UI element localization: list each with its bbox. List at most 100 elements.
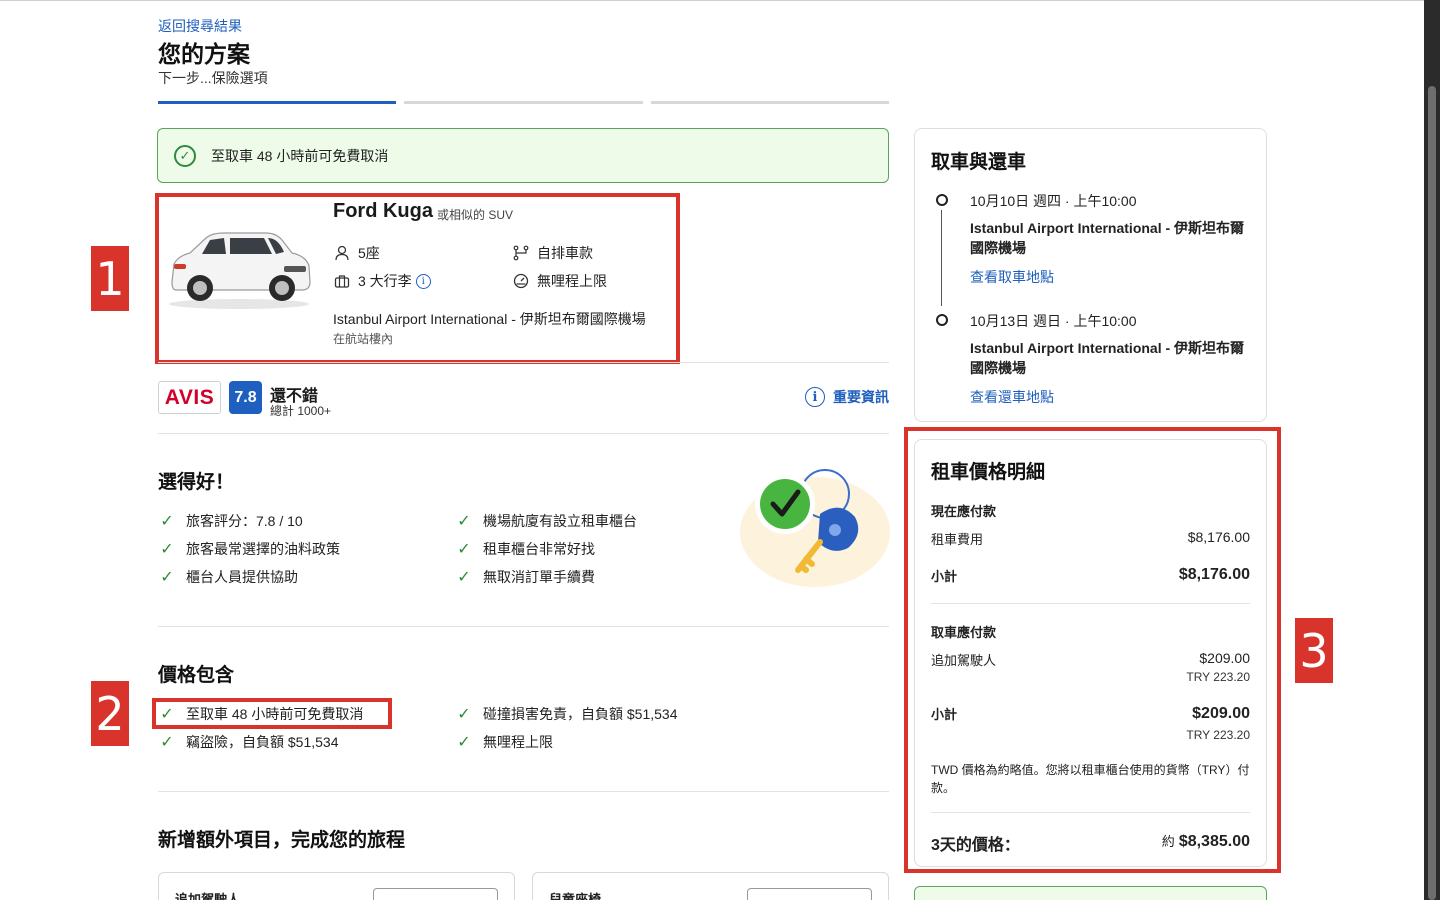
avis-logo: AVIS	[158, 381, 221, 414]
next-card-peek	[914, 886, 1267, 900]
return-date: 10月13日 週日 · 上午10:00	[970, 313, 1137, 329]
pickup-return-title: 取車與還車	[931, 152, 1027, 173]
divider	[158, 362, 889, 363]
divider	[931, 812, 1250, 813]
check-icon: ✓	[457, 513, 471, 530]
progress-step-1	[158, 101, 396, 104]
includes-item: ✓ 無哩程上限	[455, 732, 553, 752]
rating-score-badge: 7.8	[229, 381, 262, 414]
car-name: Ford Kuga	[333, 200, 433, 222]
extra-driver-label: 追加駕駛人	[931, 653, 997, 668]
addon-extra-driver-title: 追加駕駛人	[175, 892, 241, 900]
divider	[931, 603, 1250, 604]
check-icon: ✓	[160, 513, 174, 530]
return-place: Istanbul Airport International - 伊斯坦布爾國際…	[970, 340, 1245, 376]
check-icon: ✓	[160, 541, 174, 558]
includes-item: ✓ 竊盜險，自負額 $51,534	[158, 732, 338, 752]
addon-child-seat-title: 兒童座椅	[549, 892, 602, 900]
car-keys-illustration	[740, 469, 890, 587]
progress-step-3	[651, 101, 889, 104]
annotation-label-2: 2	[91, 681, 129, 746]
good-choice-title: 選得好！	[158, 472, 235, 493]
subtotal-now-value: $8,176.00	[1178, 566, 1250, 583]
good-choice-item: ✓ 旅客最常選擇的油料政策	[158, 539, 340, 559]
total-label: 3天的價格：	[931, 837, 1020, 854]
good-choice-item: ✓ 旅客評分：7.8 / 10	[158, 511, 302, 531]
info-icon: i	[805, 387, 825, 407]
speedometer-icon	[512, 272, 530, 290]
price-includes-title: 價格包含	[158, 665, 235, 686]
includes-item: ✓ 碰撞損害免責，自負額 $51,534	[455, 704, 677, 724]
check-icon: ✓	[160, 706, 174, 723]
transmission-text: 自排車款	[537, 245, 593, 261]
check-icon: ✓	[160, 569, 174, 586]
seats-text: 5座	[358, 245, 380, 261]
page-scrollbar[interactable]	[1424, 0, 1440, 900]
addon-extra-driver-control[interactable]	[373, 888, 498, 900]
price-breakdown-title: 租車價格明細	[931, 462, 1046, 483]
page-title: 您的方案	[158, 41, 250, 67]
return-timeline-dot	[936, 314, 948, 326]
luggage-text: 3 大行李	[358, 273, 412, 289]
mileage-feature: 無哩程上限	[512, 271, 607, 291]
free-cancellation-text: 至取車 48 小時前可免費取消	[211, 147, 389, 164]
pickup-timeline-dot	[936, 194, 948, 206]
rental-fee-label: 租車費用	[931, 532, 984, 547]
annotation-label-3: 3	[1295, 618, 1333, 683]
addon-child-seat-control[interactable]	[747, 888, 872, 900]
free-cancellation-banner: ✓ 至取車 48 小時前可免費取消	[157, 128, 889, 183]
total-approx-label: 約	[1161, 834, 1175, 849]
divider	[158, 433, 889, 434]
pickup-place: Istanbul Airport International - 伊斯坦布爾國際…	[970, 220, 1245, 256]
pay-at-pickup-heading: 取車應付款	[931, 625, 997, 640]
mileage-text: 無哩程上限	[537, 273, 607, 289]
important-info-label: 重要資訊	[833, 389, 889, 405]
good-choice-item: ✓ 櫃台人員提供協助	[158, 567, 298, 587]
total-amount: $8,385.00	[1178, 833, 1250, 850]
extra-driver-try: TRY 223.20	[1186, 670, 1250, 684]
luggage-feature: 3 大行李 i	[333, 271, 431, 291]
pay-now-heading: 現在應付款	[931, 504, 997, 519]
subtotal-pickup-value: $209.00	[1192, 705, 1250, 722]
location-terminal-note: 在航站樓內	[333, 332, 394, 346]
good-choice-item: ✓ 租車櫃台非常好找	[455, 539, 595, 559]
important-info-link[interactable]: i 重要資訊	[805, 387, 889, 407]
timeline-line	[941, 210, 942, 306]
pickup-date: 10月10日 週四 · 上午10:00	[970, 193, 1137, 209]
check-icon: ✓	[457, 569, 471, 586]
good-choice-item: ✓ 機場航廈有設立租車櫃台	[455, 511, 637, 531]
divider	[158, 791, 889, 792]
view-pickup-location-link[interactable]: 查看取車地點	[970, 267, 1054, 287]
suitcase-icon	[333, 272, 351, 290]
review-count: 總計 1000+	[270, 404, 332, 418]
window-top-border	[0, 0, 1424, 1]
rental-fee-value: $8,176.00	[1187, 529, 1250, 545]
currency-note: TWD 價格為約略值。您將以租車櫃台使用的貨幣（TRY）付款。	[931, 763, 1250, 795]
check-icon: ✓	[160, 734, 174, 751]
annotation-label-1: 1	[91, 246, 129, 311]
back-to-results-link[interactable]: 返回搜尋結果	[158, 16, 242, 36]
person-icon	[333, 244, 351, 262]
view-return-location-link[interactable]: 查看還車地點	[970, 387, 1054, 407]
seats-feature: 5座	[333, 243, 380, 263]
includes-item: ✓ 至取車 48 小時前可免費取消	[158, 704, 363, 724]
check-icon: ✓	[457, 541, 471, 558]
good-choice-item: ✓ 無取消訂單手續費	[455, 567, 595, 587]
scrollbar-thumb[interactable]	[1428, 86, 1436, 900]
progress-step-2	[404, 101, 643, 104]
gear-shift-icon	[512, 244, 530, 262]
check-icon: ✓	[457, 706, 471, 723]
luggage-info-icon[interactable]: i	[415, 273, 431, 289]
subtotal-pickup-label: 小計	[931, 707, 958, 722]
total-value: 約 $8,385.00	[1162, 831, 1250, 851]
pickup-location-text: Istanbul Airport International - 伊斯坦布爾國際…	[333, 311, 646, 327]
subtotal-pickup-try: TRY 223.20	[1186, 728, 1250, 742]
extra-driver-value: $209.00	[1199, 650, 1250, 666]
extras-title: 新增額外項目，完成您的旅程	[158, 830, 406, 851]
car-image	[169, 232, 311, 309]
check-circle-icon: ✓	[174, 144, 196, 167]
divider	[158, 626, 889, 627]
subtotal-now-label: 小計	[931, 569, 958, 584]
car-similar-label: 或相似的 SUV	[437, 208, 514, 222]
next-step-label: 下一步...保險選項	[158, 70, 268, 86]
